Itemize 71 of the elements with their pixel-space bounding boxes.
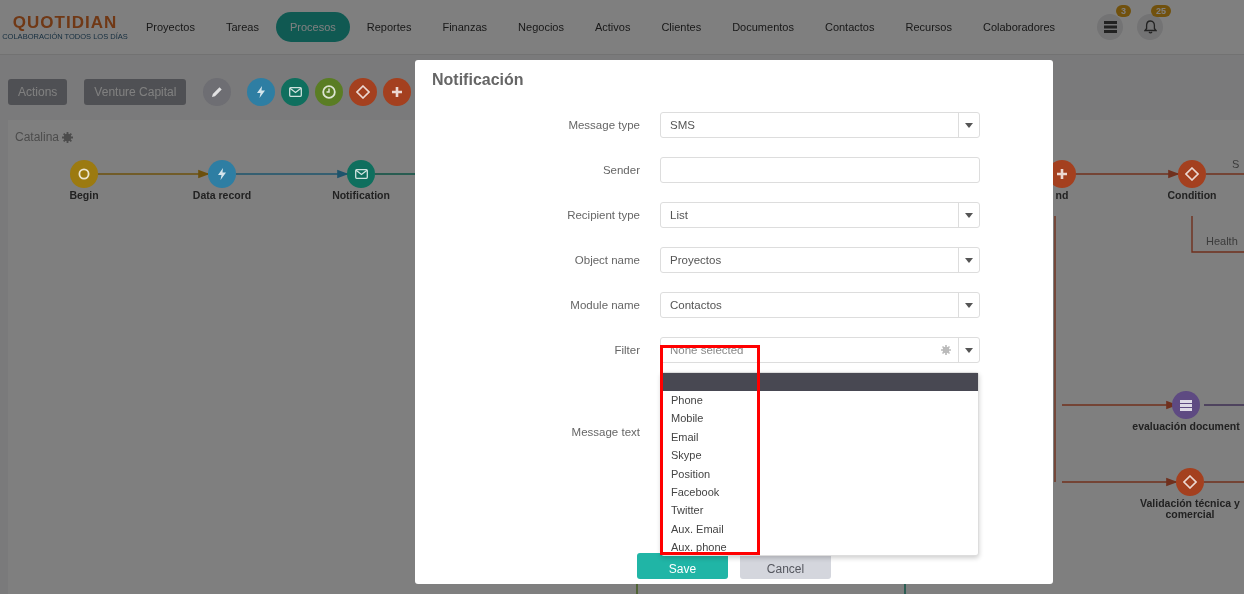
select-field[interactable]: Proyectos <box>660 247 980 273</box>
node-label: Begin <box>68 190 100 201</box>
flow-node[interactable] <box>70 160 98 188</box>
tasks-button[interactable] <box>1097 14 1124 40</box>
field-label: Message type <box>567 119 640 131</box>
envelope-icon <box>288 87 302 97</box>
node-label: Data record <box>191 190 253 201</box>
flow-node[interactable] <box>347 160 375 188</box>
caret-icon <box>965 212 973 218</box>
select-field[interactable]: SMS <box>660 112 980 138</box>
node-label: Validación técnica y comercial <box>1139 498 1241 520</box>
nav-tab[interactable]: Documentos <box>718 12 808 42</box>
input-field[interactable] <box>660 157 980 183</box>
modal-title: Notificación <box>431 70 525 90</box>
caret-icon <box>965 347 973 353</box>
diamond-icon <box>1185 167 1199 181</box>
nav-tab[interactable]: Finanzas <box>428 12 502 42</box>
select-field[interactable]: Contactos <box>660 292 980 318</box>
caret-icon <box>965 257 973 263</box>
tool-button[interactable] <box>315 78 344 106</box>
bolt-icon <box>218 168 226 180</box>
tool-button[interactable] <box>383 78 412 106</box>
edge-label: Health <box>1206 235 1238 247</box>
nav-tab[interactable]: Clientes <box>647 12 716 42</box>
flow-node[interactable] <box>208 160 236 188</box>
nav-tab[interactable]: Contactos <box>810 12 889 42</box>
bell-icon <box>1143 20 1157 34</box>
field-label: Object name <box>573 254 640 266</box>
tool-button[interactable] <box>247 78 276 106</box>
field-label: Module name <box>569 299 640 311</box>
caret-icon <box>965 302 973 308</box>
envelope-icon <box>354 169 368 179</box>
tool-button[interactable] <box>349 78 378 106</box>
gear-icon[interactable] <box>62 131 74 143</box>
diamond-icon <box>1183 475 1197 489</box>
clock-icon <box>322 85 337 99</box>
node-label: Notification <box>331 190 391 201</box>
field-label: Message text <box>570 426 640 438</box>
nav-tab[interactable]: Recursos <box>891 12 966 42</box>
tool-button[interactable] <box>281 78 310 106</box>
stack-icon <box>1103 21 1117 33</box>
nav-tab[interactable]: Proyectos <box>132 12 209 42</box>
caret-icon <box>965 122 973 128</box>
notifications-button[interactable] <box>1137 14 1164 40</box>
ring-icon <box>78 168 90 180</box>
edge-label: S <box>1232 158 1240 170</box>
pencil-icon <box>211 86 224 98</box>
nav-tab[interactable]: Activos <box>580 12 645 42</box>
field-label: Recipient type <box>566 209 640 221</box>
list-icon <box>1180 399 1192 411</box>
nav-tab[interactable]: Reportes <box>352 12 426 42</box>
nav-tab[interactable]: Negocios <box>504 12 578 42</box>
field-label: Filter <box>613 344 640 356</box>
flow-node[interactable] <box>1176 468 1204 496</box>
field-label: Sender <box>601 164 640 176</box>
plus-icon <box>391 86 404 98</box>
node-label: Condition <box>1166 190 1218 201</box>
node-label: evaluación document <box>1131 421 1241 432</box>
bolt-icon <box>257 86 266 98</box>
logo-wordmark[interactable]: QUOTIDIAN <box>12 13 118 32</box>
nav-tab[interactable]: Tareas <box>211 12 273 42</box>
diamond-icon <box>356 85 371 99</box>
select-field[interactable]: List <box>660 202 980 228</box>
flow-node[interactable] <box>1172 391 1200 419</box>
plus-icon <box>1056 168 1068 180</box>
count-badge: 3 <box>1116 5 1132 17</box>
count-badge: 25 <box>1151 5 1172 17</box>
nav-tab[interactable]: Colaboradores <box>968 12 1070 42</box>
tool-button[interactable] <box>203 78 232 106</box>
flow-node[interactable] <box>1178 160 1206 188</box>
node-label: nd <box>1054 190 1070 201</box>
